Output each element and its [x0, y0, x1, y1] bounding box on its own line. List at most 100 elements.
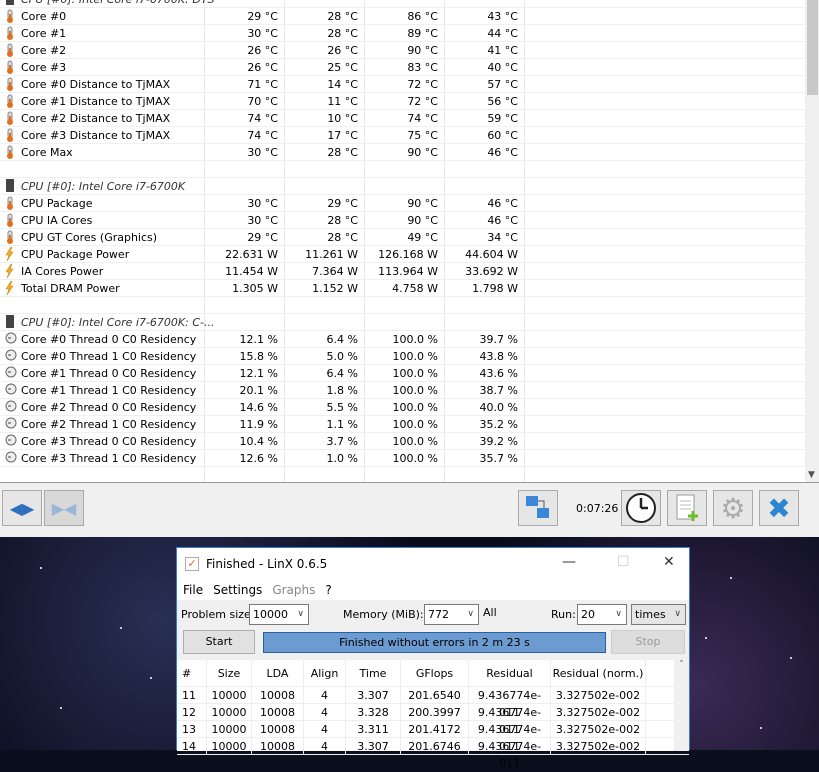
run-count-select[interactable]: 20 ∨	[577, 604, 627, 625]
value-cell	[445, 466, 525, 482]
blank-row[interactable]	[0, 296, 805, 314]
memory-select[interactable]: 772 ∨	[424, 604, 479, 625]
sensor-value: 11.454 W	[225, 264, 278, 278]
add-report-button[interactable]	[667, 490, 707, 526]
vertical-scrollbar[interactable]: ▼	[805, 0, 819, 482]
problem-size-label: Problem size:	[181, 608, 255, 621]
table-row[interactable]: 11 10000 10008 4 3.307 201.6540 9.436774e-011 3…	[177, 687, 689, 719]
thermometer-icon	[5, 196, 17, 210]
section-header[interactable]: CPU [#0]: Intel Core i7-6700K	[0, 177, 805, 195]
sensor-value: 57 °C	[487, 77, 518, 91]
table-row[interactable]: 12 10000 10008 4 3.328 200.3997 9.436774e-011 3…	[177, 704, 689, 736]
sensor-row[interactable]: Core #2 Thread 1 C0 Residency 11.9 % 1.1 %…	[0, 415, 805, 433]
sensor-value: 20.1 %	[239, 383, 278, 397]
value-cell: 1.8 %	[285, 381, 365, 399]
sensor-row[interactable]: Core #3 26 °C 25 °C 83 °C 40 °C	[0, 58, 805, 76]
value-cell: 86 °C	[365, 7, 445, 25]
column-header[interactable]: Size	[207, 660, 252, 686]
close-button[interactable]: ✖	[759, 490, 799, 526]
section-header[interactable]: CPU [#0]: Intel Core i7-6700K: C-...	[0, 313, 805, 331]
sensor-row[interactable]: Core #1 30 °C 28 °C 89 °C 44 °C	[0, 24, 805, 42]
collapse-columns-button[interactable]: ▶◀	[44, 490, 84, 526]
column-header[interactable]: Align	[304, 660, 346, 686]
window-close-button[interactable]: ✕	[663, 554, 675, 570]
minimize-button[interactable]: —	[562, 554, 576, 570]
value-cell: 44 °C	[445, 24, 525, 42]
stop-button[interactable]: Stop	[611, 630, 685, 654]
run-unit-select[interactable]: times ∨	[631, 604, 686, 625]
value-cell: 26 °C	[205, 41, 285, 59]
label-cell: Core #1 Distance to TjMAX	[0, 92, 205, 110]
sensor-row[interactable]: Core Max 30 °C 28 °C 90 °C 46 °C	[0, 143, 805, 161]
expand-columns-button[interactable]: ◀▶	[2, 490, 42, 526]
value-cell: 6.4 %	[285, 364, 365, 382]
sensor-row[interactable]: CPU Package Power 22.631 W 11.261 W 126.168…	[0, 245, 805, 263]
sensor-row[interactable]: Core #2 Thread 0 C0 Residency 14.6 % 5.5 %…	[0, 398, 805, 416]
table-cell: 201.4172	[401, 721, 469, 737]
chip-icon	[5, 0, 17, 6]
sensor-value: 46 °C	[487, 213, 518, 227]
menu-graphs[interactable]: Graphs	[272, 583, 315, 597]
clock-icon	[5, 451, 17, 465]
sensor-row[interactable]: CPU IA Cores 30 °C 28 °C 90 °C 46 °C	[0, 211, 805, 229]
results-scrollbar[interactable]: ˄	[674, 660, 689, 751]
label-cell: Core #3	[0, 58, 205, 76]
sensor-row[interactable]: Core #1 Thread 0 C0 Residency 12.1 % 6.4 %…	[0, 364, 805, 382]
sensor-row[interactable]: CPU GT Cores (Graphics) 29 °C 28 °C 49 °C 34…	[0, 228, 805, 246]
sensor-label: Core #0 Thread 0 C0 Residency	[21, 332, 197, 346]
value-cell: 15.8 %	[205, 347, 285, 365]
menu-settings[interactable]: Settings	[213, 583, 262, 597]
sensor-label: CPU Package Power	[21, 247, 130, 261]
menu-help[interactable]: ?	[325, 583, 331, 597]
table-header[interactable]: # Size LDA Align Time GFlops Residual Residual …	[177, 660, 689, 687]
value-cell: 71 °C	[205, 75, 285, 93]
maximize-button[interactable]: ☐	[617, 554, 630, 570]
sensor-row[interactable]: Core #3 Thread 0 C0 Residency 10.4 % 3.7 %…	[0, 432, 805, 450]
blank-row[interactable]	[0, 160, 805, 178]
run-count-value: 20	[581, 608, 595, 621]
value-cell	[445, 177, 525, 195]
sensor-row[interactable]: IA Cores Power 11.454 W 7.364 W 113.964 W 33…	[0, 262, 805, 280]
column-header[interactable]: LDA	[252, 660, 304, 686]
network-button[interactable]	[518, 490, 558, 526]
column-header[interactable]: Residual (norm.)	[551, 660, 646, 686]
all-button[interactable]: All	[483, 606, 497, 619]
table-cell: 3.328	[346, 704, 401, 720]
sensor-value: 3.7 %	[326, 434, 358, 448]
scrollbar-thumb[interactable]	[807, 0, 818, 95]
sensor-row[interactable]: Core #3 Thread 1 C0 Residency 12.6 % 1.0 %…	[0, 449, 805, 467]
sensor-row[interactable]: Core #1 Thread 1 C0 Residency 20.1 % 1.8 %…	[0, 381, 805, 399]
column-header[interactable]: GFlops	[401, 660, 469, 686]
sensor-value: 26 °C	[247, 60, 278, 74]
sensor-value: 10.4 %	[239, 434, 278, 448]
menu-file[interactable]: File	[183, 583, 203, 597]
thermometer-icon	[5, 9, 17, 23]
sensor-value: 90 °C	[407, 196, 438, 210]
label-cell: Core #1 Thread 0 C0 Residency	[0, 364, 205, 382]
sensor-row[interactable]: Core #0 Thread 0 C0 Residency 12.1 % 6.4 %…	[0, 330, 805, 348]
sensor-row[interactable]: CPU Package 30 °C 29 °C 90 °C 46 °C	[0, 194, 805, 212]
table-row[interactable]: 14 10000 10008 4 3.307 201.6746 9.436774e-011 3…	[177, 738, 689, 770]
column-header[interactable]: Time	[346, 660, 401, 686]
sensor-value: 1.152 W	[312, 281, 358, 295]
blank-row[interactable]	[0, 466, 805, 482]
sensor-row[interactable]: Core #1 Distance to TjMAX 70 °C 11 °C 72 °C…	[0, 92, 805, 110]
sensor-row[interactable]: Core #0 Thread 1 C0 Residency 15.8 % 5.0 %…	[0, 347, 805, 365]
column-header[interactable]: #	[177, 660, 207, 686]
sensor-row[interactable]: Total DRAM Power 1.305 W 1.152 W 4.758 W 1.7…	[0, 279, 805, 297]
start-button[interactable]: Start	[183, 630, 255, 654]
scroll-down-arrow[interactable]: ▼	[808, 470, 815, 480]
column-header[interactable]: Residual	[469, 660, 551, 686]
problem-size-select[interactable]: 10000 ∨	[249, 604, 309, 625]
sensor-row[interactable]: Core #0 29 °C 28 °C 86 °C 43 °C	[0, 7, 805, 25]
sensor-row[interactable]: Core #0 Distance to TjMAX 71 °C 14 °C 72 °C…	[0, 75, 805, 93]
value-cell	[445, 160, 525, 178]
table-row[interactable]: 13 10000 10008 4 3.311 201.4172 9.436774e-011 3…	[177, 721, 689, 753]
sensor-value: 11.261 W	[305, 247, 358, 261]
sensor-value: 126.168 W	[378, 247, 438, 261]
clock-button[interactable]	[621, 490, 661, 526]
sensor-row[interactable]: Core #3 Distance to TjMAX 74 °C 17 °C 75 °C…	[0, 126, 805, 144]
sensor-row[interactable]: Core #2 Distance to TjMAX 74 °C 10 °C 74 °C…	[0, 109, 805, 127]
sensor-row[interactable]: Core #2 26 °C 26 °C 90 °C 41 °C	[0, 41, 805, 59]
settings-button[interactable]: ⚙	[713, 490, 753, 526]
